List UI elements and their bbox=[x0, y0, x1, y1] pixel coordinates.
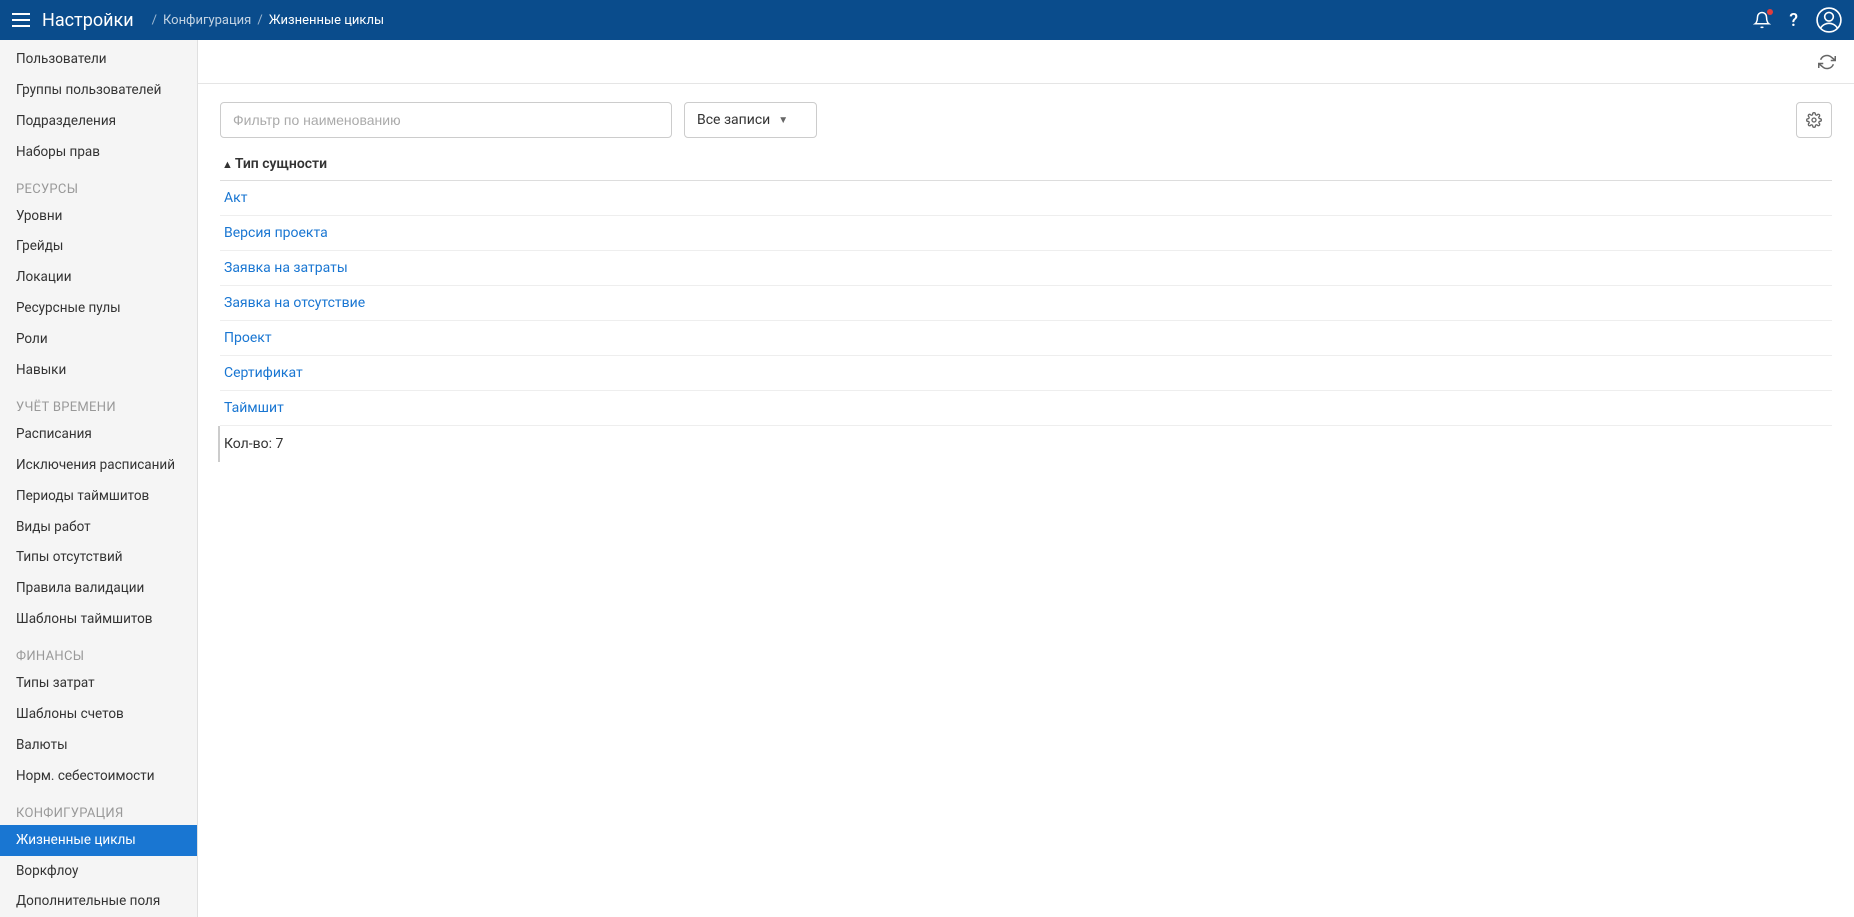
sidebar-item[interactable]: Исключения расписаний bbox=[0, 450, 197, 481]
sidebar-item[interactable]: Группы пользователей bbox=[0, 75, 197, 106]
help-icon[interactable]: ? bbox=[1789, 10, 1798, 31]
count-value: 7 bbox=[276, 436, 284, 452]
sidebar-item[interactable]: Ресурсные пулы bbox=[0, 293, 197, 324]
breadcrumb-sep: / bbox=[152, 13, 157, 28]
sidebar-item[interactable]: Воркфлоу bbox=[0, 856, 197, 887]
menu-icon[interactable] bbox=[12, 13, 30, 27]
sidebar-item[interactable]: Валюты bbox=[0, 730, 197, 761]
sidebar-item[interactable]: Грейды bbox=[0, 231, 197, 262]
entity-link[interactable]: Таймшит bbox=[224, 400, 284, 416]
entity-link[interactable]: Сертификат bbox=[224, 365, 303, 381]
sidebar-item[interactable]: Шаблоны счетов bbox=[0, 699, 197, 730]
notification-dot bbox=[1767, 9, 1773, 15]
breadcrumb-sep: / bbox=[257, 13, 262, 28]
sidebar-item[interactable]: Локации bbox=[0, 262, 197, 293]
entity-link[interactable]: Проект bbox=[224, 330, 272, 346]
page-title: Настройки bbox=[42, 10, 134, 31]
entity-link[interactable]: Заявка на затраты bbox=[224, 260, 348, 276]
table-settings-button[interactable] bbox=[1796, 102, 1832, 138]
sidebar-item[interactable]: Типы отсутствий bbox=[0, 542, 197, 573]
notifications-icon[interactable] bbox=[1753, 11, 1771, 29]
records-filter-label: Все записи bbox=[697, 112, 770, 128]
table-footer: Кол-во: 7 bbox=[218, 426, 1832, 462]
chevron-down-icon: ▼ bbox=[778, 115, 788, 126]
entity-link[interactable]: Версия проекта bbox=[224, 225, 328, 241]
sidebar-group-title: ФИНАНСЫ bbox=[0, 635, 197, 668]
sidebar-item[interactable]: Периоды таймшитов bbox=[0, 481, 197, 512]
sidebar-item[interactable]: Подразделения bbox=[0, 106, 197, 137]
toolbar: Все записи ▼ bbox=[198, 84, 1854, 148]
table-row: Сертификат bbox=[220, 356, 1832, 391]
count-label: Кол-во: bbox=[224, 436, 272, 452]
sidebar-item[interactable]: Расписания bbox=[0, 419, 197, 450]
sidebar-item[interactable]: Норм. себестоимости bbox=[0, 761, 197, 792]
sidebar-item[interactable]: Уровни bbox=[0, 201, 197, 232]
breadcrumb-item-lifecycles[interactable]: Жизненные циклы bbox=[269, 13, 384, 28]
table-row: Версия проекта bbox=[220, 216, 1832, 251]
sidebar-group-title: УЧЁТ ВРЕМЕНИ bbox=[0, 386, 197, 419]
breadcrumb-item-config[interactable]: Конфигурация bbox=[163, 13, 251, 28]
sidebar-group-title: РЕСУРСЫ bbox=[0, 168, 197, 201]
sidebar-item[interactable]: Типы затрат bbox=[0, 668, 197, 699]
records-filter-select[interactable]: Все записи ▼ bbox=[684, 102, 817, 138]
table: ▲ Тип сущности Акт Версия проекта Заявка н… bbox=[220, 148, 1832, 462]
app-header: Настройки / Конфигурация / Жизненные цик… bbox=[0, 0, 1854, 40]
table-row: Заявка на отсутствие bbox=[220, 286, 1832, 321]
sidebar-item[interactable]: Роли bbox=[0, 324, 197, 355]
table-row: Таймшит bbox=[220, 391, 1832, 426]
main-top-bar bbox=[198, 40, 1854, 84]
sort-asc-icon: ▲ bbox=[222, 158, 233, 171]
header-actions: ? bbox=[1753, 7, 1842, 33]
sidebar-item[interactable]: Виды работ bbox=[0, 512, 197, 543]
sync-icon[interactable] bbox=[1818, 53, 1836, 71]
table-row: Заявка на затраты bbox=[220, 251, 1832, 286]
sidebar-item[interactable]: Наборы прав bbox=[0, 137, 197, 168]
layout: ПользователиГруппы пользователейПодразде… bbox=[0, 40, 1854, 917]
breadcrumb: / Конфигурация / Жизненные циклы bbox=[146, 13, 384, 28]
sidebar-group-title: КОНФИГУРАЦИЯ bbox=[0, 792, 197, 825]
column-header-label: Тип сущности bbox=[235, 156, 327, 172]
sidebar-item[interactable]: Навыки bbox=[0, 355, 197, 386]
user-avatar-icon[interactable] bbox=[1816, 7, 1842, 33]
table-header[interactable]: ▲ Тип сущности bbox=[220, 148, 1832, 181]
table-row: Акт bbox=[220, 181, 1832, 216]
sidebar: ПользователиГруппы пользователейПодразде… bbox=[0, 40, 198, 917]
sidebar-item[interactable]: Пользователи bbox=[0, 44, 197, 75]
entity-link[interactable]: Акт bbox=[224, 190, 247, 206]
sidebar-item[interactable]: Жизненные циклы bbox=[0, 825, 197, 856]
entity-link[interactable]: Заявка на отсутствие bbox=[224, 295, 365, 311]
sidebar-item[interactable]: Правила валидации bbox=[0, 573, 197, 604]
filter-input[interactable] bbox=[220, 102, 672, 138]
sidebar-item[interactable]: Шаблоны таймшитов bbox=[0, 604, 197, 635]
table-row: Проект bbox=[220, 321, 1832, 356]
main-content: Все записи ▼ ▲ Тип сущности Акт Версия пр… bbox=[198, 40, 1854, 917]
sidebar-item[interactable]: Дополнительные поля bbox=[0, 886, 197, 917]
